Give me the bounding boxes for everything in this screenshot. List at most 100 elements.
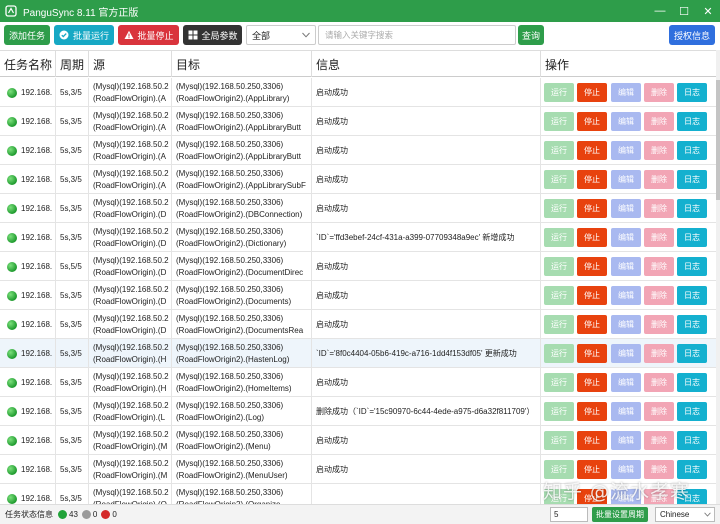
log-button[interactable]: 日志 [677,141,707,160]
batch-stop-button[interactable]: 批量停止 [118,25,179,45]
delete-button[interactable]: 删除 [644,228,674,247]
run-button[interactable]: 运行 [544,83,574,102]
scrollbar-thumb[interactable] [716,80,720,200]
edit-button[interactable]: 编辑 [611,228,641,247]
stop-button[interactable]: 停止 [577,112,607,131]
log-button[interactable]: 日志 [677,402,707,421]
log-button[interactable]: 日志 [677,344,707,363]
log-button[interactable]: 日志 [677,112,707,131]
delete-button[interactable]: 删除 [644,170,674,189]
table-row[interactable]: 192.168. 5s,3/5 (Mysql)(192.168.50.2 (RoadF… [0,194,716,223]
license-button[interactable]: 授权信息 [669,25,715,45]
edit-button[interactable]: 编辑 [611,286,641,305]
table-row[interactable]: 192.168. 5s,3/5 (Mysql)(192.168.50.2 (RoadF… [0,368,716,397]
edit-button[interactable]: 编辑 [611,402,641,421]
header-name[interactable]: 任务名称 [0,51,56,77]
header-source[interactable]: 源 [89,51,172,77]
delete-button[interactable]: 删除 [644,286,674,305]
log-button[interactable]: 日志 [677,83,707,102]
edit-button[interactable]: 编辑 [611,141,641,160]
stop-button[interactable]: 停止 [577,344,607,363]
run-button[interactable]: 运行 [544,112,574,131]
run-button[interactable]: 运行 [544,286,574,305]
edit-button[interactable]: 编辑 [611,170,641,189]
stop-button[interactable]: 停止 [577,373,607,392]
delete-button[interactable]: 删除 [644,257,674,276]
log-button[interactable]: 日志 [677,315,707,334]
stop-button[interactable]: 停止 [577,170,607,189]
edit-button[interactable]: 编辑 [611,257,641,276]
run-button[interactable]: 运行 [544,199,574,218]
table-row[interactable]: 192.168. 5s,3/5 (Mysql)(192.168.50.2 (RoadF… [0,426,716,455]
edit-button[interactable]: 编辑 [611,431,641,450]
vertical-scrollbar[interactable] [716,50,720,504]
delete-button[interactable]: 删除 [644,315,674,334]
run-button[interactable]: 运行 [544,257,574,276]
run-button[interactable]: 运行 [544,431,574,450]
global-params-button[interactable]: 全局参数 [183,25,242,45]
header-info[interactable]: 信息 [312,51,541,77]
set-period-button[interactable]: 批量设置周期 [592,507,648,522]
maximize-button[interactable]: ☐ [672,0,696,22]
stop-button[interactable]: 停止 [577,431,607,450]
edit-button[interactable]: 编辑 [611,373,641,392]
stop-button[interactable]: 停止 [577,286,607,305]
stop-button[interactable]: 停止 [577,199,607,218]
delete-button[interactable]: 删除 [644,83,674,102]
table-row[interactable]: 192.168. 5s,5/5 (Mysql)(192.168.50.2 (RoadF… [0,252,716,281]
stop-button[interactable]: 停止 [577,141,607,160]
table-row[interactable]: 192.168. 5s,3/5 (Mysql)(192.168.50.2 (RoadF… [0,107,716,136]
scope-select[interactable]: 全部 [246,25,316,45]
log-button[interactable]: 日志 [677,257,707,276]
close-button[interactable]: ✕ [696,0,720,22]
stop-button[interactable]: 停止 [577,257,607,276]
query-button[interactable]: 查询 [518,25,544,45]
period-input[interactable]: 5 [550,507,588,522]
delete-button[interactable]: 删除 [644,373,674,392]
edit-button[interactable]: 编辑 [611,315,641,334]
run-button[interactable]: 运行 [544,373,574,392]
search-input[interactable] [318,25,516,45]
edit-button[interactable]: 编辑 [611,199,641,218]
delete-button[interactable]: 删除 [644,402,674,421]
stop-button[interactable]: 停止 [577,315,607,334]
run-button[interactable]: 运行 [544,402,574,421]
table-row[interactable]: 192.168. 5s,3/5 (Mysql)(192.168.50.2 (RoadF… [0,136,716,165]
run-button[interactable]: 运行 [544,228,574,247]
delete-button[interactable]: 删除 [644,431,674,450]
log-button[interactable]: 日志 [677,431,707,450]
table-row[interactable]: 192.168. 5s,3/5 (Mysql)(192.168.50.2 (RoadF… [0,339,716,368]
table-row[interactable]: 192.168. 5s,3/5 (Mysql)(192.168.50.2 (RoadF… [0,310,716,339]
delete-button[interactable]: 删除 [644,344,674,363]
header-target[interactable]: 目标 [172,51,312,77]
delete-button[interactable]: 删除 [644,199,674,218]
table-row[interactable]: 192.168. 5s,3/5 (Mysql)(192.168.50.2 (RoadF… [0,165,716,194]
add-task-button[interactable]: 添加任务 [4,25,50,45]
table-row[interactable]: 192.168. 5s,3/5 (Mysql)(192.168.50.2 (RoadF… [0,281,716,310]
edit-button[interactable]: 编辑 [611,83,641,102]
table-row[interactable]: 192.168. 5s,3/5 (Mysql)(192.168.50.2 (RoadF… [0,397,716,426]
table-row[interactable]: 192.168. 5s,3/5 (Mysql)(192.168.50.2 (RoadF… [0,78,716,107]
delete-button[interactable]: 删除 [644,112,674,131]
log-button[interactable]: 日志 [677,170,707,189]
batch-run-button[interactable]: 批量运行 [54,25,114,45]
language-select[interactable]: Chinese [655,507,715,522]
stop-button[interactable]: 停止 [577,402,607,421]
header-period[interactable]: 周期 [56,51,89,77]
delete-button[interactable]: 删除 [644,141,674,160]
log-button[interactable]: 日志 [677,286,707,305]
header-ops[interactable]: 操作 [541,51,716,77]
log-button[interactable]: 日志 [677,228,707,247]
stop-button[interactable]: 停止 [577,228,607,247]
run-button[interactable]: 运行 [544,344,574,363]
table-row[interactable]: 192.168. 5s,3/5 (Mysql)(192.168.50.2 (RoadF… [0,223,716,252]
run-button[interactable]: 运行 [544,141,574,160]
run-button[interactable]: 运行 [544,315,574,334]
minimize-button[interactable]: — [648,0,672,22]
log-button[interactable]: 日志 [677,199,707,218]
edit-button[interactable]: 编辑 [611,112,641,131]
stop-button[interactable]: 停止 [577,83,607,102]
log-button[interactable]: 日志 [677,373,707,392]
run-button[interactable]: 运行 [544,170,574,189]
edit-button[interactable]: 编辑 [611,344,641,363]
